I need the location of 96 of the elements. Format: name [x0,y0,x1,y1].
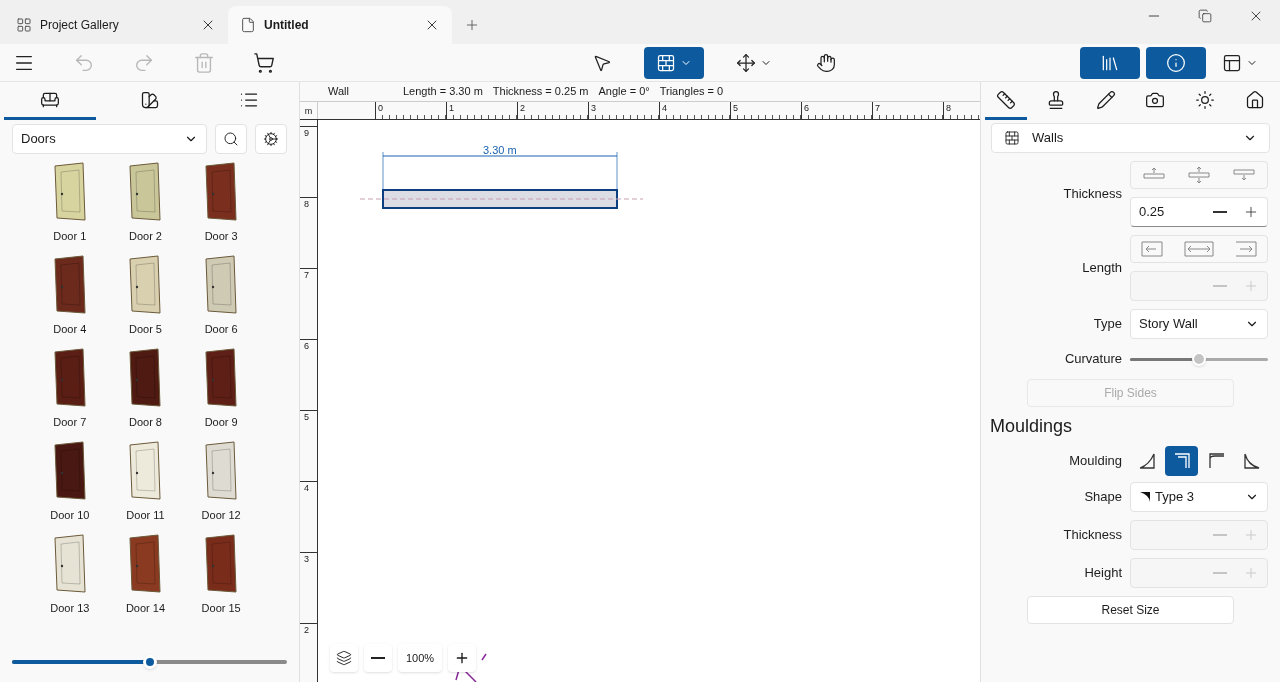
reset-size-button[interactable]: Reset Size [1027,596,1234,624]
layers-button[interactable] [330,644,358,672]
toolbar-button[interactable] [253,51,275,74]
door-thumbnail[interactable] [204,348,239,408]
item-label: Door 13 [50,601,90,616]
sun-icon [1195,89,1216,110]
category-dropdown[interactable]: Doors [12,124,207,154]
vertical-ruler: 9 8 7 6 5 4 3 2 [300,120,318,682]
restore-icon[interactable] [1198,9,1212,23]
tool-button[interactable] [644,46,704,79]
moulding-profile-icon [1241,451,1262,471]
minus-icon [1213,211,1227,213]
item-label: Door 7 [53,415,87,430]
type-dropdown[interactable]: Story Wall [1130,309,1268,339]
category-dropdown[interactable]: Walls [991,123,1270,153]
minus-icon [1213,534,1227,536]
minus-icon [1213,572,1227,574]
brick-wall-icon [1004,130,1020,146]
field-label: Shape [1084,488,1122,507]
zoom-level: 100% [398,644,443,672]
item-label: Door 1 [53,229,87,244]
settings-icon [263,131,279,147]
zoom-out-button[interactable] [364,644,392,672]
section-heading: Mouldings [989,415,1074,438]
item-label: Door 3 [204,229,238,244]
field-label: Height [1084,564,1122,583]
door-thumbnail[interactable] [204,441,239,501]
field-label: Thickness [1063,185,1122,204]
status-text: Thickness = 0.25 m [492,84,589,100]
door-thumbnail[interactable] [128,255,163,315]
profile-icon [1139,491,1151,503]
hand-icon [816,52,836,73]
trash-icon [193,51,215,74]
item-label: Door 10 [50,508,90,523]
item-label: Door 11 [126,508,165,523]
search-button[interactable] [215,124,247,154]
item-label: Door 12 [201,508,241,523]
pencil-icon [1095,89,1116,110]
panel-button[interactable] [1146,46,1206,79]
alignment-icon[interactable] [1183,240,1215,258]
item-label: Door 8 [128,415,162,430]
ruler-icon [995,89,1016,110]
number-field[interactable]: 0.25 [1130,197,1268,227]
size-slider[interactable] [12,654,287,670]
item-label: Door 6 [204,322,238,337]
field-label: Type [1093,315,1122,334]
info-icon [1166,52,1186,73]
dimension-label: 3.30 m [483,143,517,158]
door-thumbnail[interactable] [52,348,87,408]
door-thumbnail[interactable] [52,441,87,501]
brick-wall-icon [656,52,676,73]
door-thumbnail[interactable] [128,162,163,222]
document-tab[interactable]: Project Gallery [4,6,228,44]
door-thumbnail[interactable] [52,255,87,315]
house-icon [1245,89,1266,110]
search-icon [223,131,239,147]
panel-button[interactable] [1080,46,1140,79]
plan-canvas[interactable]: 3.30 m 100% [318,120,980,682]
horizontal-ruler: 0 1 2 3 4 5 6 7 8 [318,102,980,119]
door-thumbnail[interactable] [52,162,87,222]
document-tab[interactable]: Untitled [228,6,452,44]
status-text: Angle = 0° [598,84,650,100]
status-text: Triangles = 0 [659,84,724,100]
item-label: Door 15 [201,601,241,616]
curvature-slider[interactable] [1130,351,1268,367]
door-thumbnail[interactable] [52,534,87,594]
status-text: Length = 3.30 m [403,84,483,100]
item-label: Door 9 [204,415,238,430]
field-label: Thickness [1063,526,1122,545]
document-icon [240,17,256,33]
door-thumbnail[interactable] [128,534,163,594]
item-label: Door 2 [128,229,162,244]
door-thumbnail[interactable] [128,441,163,501]
door-thumbnail[interactable] [204,534,239,594]
cart-icon [253,51,275,74]
moulding-option[interactable] [1165,446,1198,476]
layers-icon [336,650,352,666]
item-label: Door 14 [125,601,166,616]
item-label: Door 4 [53,322,87,337]
door-thumbnail[interactable] [204,255,239,315]
door-thumbnail[interactable] [204,162,239,222]
gallery-icon [16,17,32,33]
zoom-in-button[interactable] [448,644,477,672]
field-label: Length [1082,259,1122,278]
minus-icon [371,657,385,659]
swatch-icon [139,89,160,110]
item-label: Door 5 [128,322,162,337]
minus-icon [1213,285,1227,287]
unit-label: m [300,102,318,119]
field-label: Curvature [1064,350,1122,369]
status-text: Wall [328,84,349,100]
door-thumbnail[interactable] [128,348,163,408]
settings-button[interactable] [255,124,287,154]
moulding-profile-icon [1206,451,1227,471]
field-label: Moulding [1069,452,1122,471]
shape-dropdown[interactable]: Type 3 [1130,482,1268,512]
